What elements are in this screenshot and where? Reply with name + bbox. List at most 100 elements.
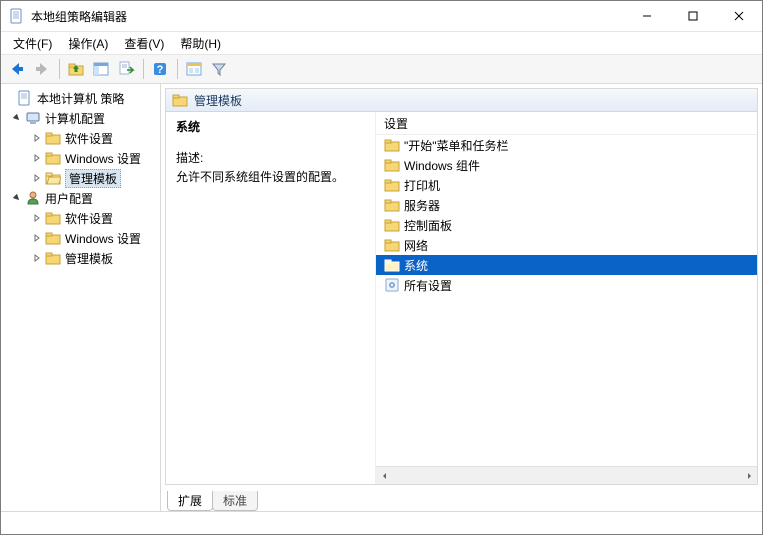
- expand-collapse-icon[interactable]: [31, 212, 43, 224]
- tree-node-user[interactable]: 用户配置: [3, 188, 158, 208]
- list-item[interactable]: Windows 组件: [376, 155, 757, 175]
- list-body[interactable]: "开始"菜单和任务栏 Windows 组件打印机服务器控制面板网络系统所有设置: [376, 135, 757, 466]
- expand-collapse-icon[interactable]: [11, 192, 23, 204]
- tree-node-computer[interactable]: 计算机配置: [3, 108, 158, 128]
- scroll-left-icon[interactable]: [376, 467, 393, 484]
- tree-label: Windows 设置: [65, 150, 145, 167]
- list-item[interactable]: "开始"菜单和任务栏: [376, 135, 757, 155]
- description-text: 允许不同系统组件设置的配置。: [176, 168, 365, 185]
- tree-node-user-templates[interactable]: 管理模板: [3, 248, 158, 268]
- path-title: 管理模板: [194, 92, 242, 109]
- list-item-label: Windows 组件: [404, 157, 480, 174]
- tab-standard[interactable]: 标准: [212, 491, 258, 511]
- folder-icon: [45, 230, 61, 246]
- tree-label: 软件设置: [65, 210, 117, 227]
- list-item-label: "开始"菜单和任务栏: [404, 137, 509, 154]
- path-header: 管理模板: [166, 89, 757, 112]
- forward-button[interactable]: [30, 57, 54, 81]
- svg-text:?: ?: [157, 64, 164, 76]
- tree-node-windows-settings[interactable]: Windows 设置: [3, 148, 158, 168]
- details-container: 管理模板 系统 描述: 允许不同系统组件设置的配置。 设置 "开始"菜单和任务栏…: [165, 88, 758, 485]
- section-title: 系统: [176, 118, 365, 149]
- list-header[interactable]: 设置: [376, 112, 757, 135]
- back-button[interactable]: [5, 57, 29, 81]
- menu-file[interactable]: 文件(F): [5, 33, 60, 54]
- folder-icon: [45, 130, 61, 146]
- expand-collapse-icon[interactable]: [31, 252, 43, 264]
- tree-node-software[interactable]: 软件设置: [3, 128, 158, 148]
- tree-label: 管理模板: [65, 250, 117, 267]
- list-item-label: 控制面板: [404, 217, 452, 234]
- help-button[interactable]: ?: [148, 57, 172, 81]
- show-hide-tree-button[interactable]: [89, 57, 113, 81]
- tree-label: Windows 设置: [65, 230, 145, 247]
- tree-node-admin-templates[interactable]: 管理模板: [3, 168, 158, 188]
- tab-extended[interactable]: 扩展: [167, 491, 213, 511]
- policy-icon: [17, 90, 33, 106]
- expand-collapse-icon[interactable]: [31, 232, 43, 244]
- list-item[interactable]: 控制面板: [376, 215, 757, 235]
- right-panel: 管理模板 系统 描述: 允许不同系统组件设置的配置。 设置 "开始"菜单和任务栏…: [161, 84, 762, 511]
- list-item-label: 网络: [404, 237, 428, 254]
- minimize-button[interactable]: [624, 1, 670, 31]
- list-item-label: 所有设置: [404, 277, 452, 294]
- menu-action[interactable]: 操作(A): [60, 33, 116, 54]
- computer-icon: [25, 110, 41, 126]
- folder-icon: [45, 250, 61, 266]
- list-item[interactable]: 打印机: [376, 175, 757, 195]
- tree-panel[interactable]: 本地计算机 策略 计算机配置: [1, 84, 161, 511]
- tree-node-user-software[interactable]: 软件设置: [3, 208, 158, 228]
- folder-icon: [384, 197, 400, 213]
- menubar: 文件(F) 操作(A) 查看(V) 帮助(H): [1, 32, 762, 55]
- scroll-right-icon[interactable]: [740, 467, 757, 484]
- tree-node-root[interactable]: 本地计算机 策略: [3, 88, 158, 108]
- tree-label: 软件设置: [65, 130, 117, 147]
- window-title: 本地组策略编辑器: [31, 8, 624, 25]
- list-header-label: 设置: [384, 115, 408, 132]
- list-item[interactable]: 网络: [376, 235, 757, 255]
- tabstrip: 扩展 标准: [161, 489, 762, 511]
- list-item[interactable]: 系统: [376, 255, 757, 275]
- horizontal-scrollbar[interactable]: [376, 466, 757, 484]
- properties-button[interactable]: [182, 57, 206, 81]
- close-button[interactable]: [716, 1, 762, 31]
- details-columns: 系统 描述: 允许不同系统组件设置的配置。 设置 "开始"菜单和任务栏 Windo…: [166, 112, 757, 484]
- list-item[interactable]: 所有设置: [376, 275, 757, 295]
- menu-help[interactable]: 帮助(H): [172, 33, 229, 54]
- folder-icon: [45, 210, 61, 226]
- tree-node-user-windows[interactable]: Windows 设置: [3, 228, 158, 248]
- folder-open-icon: [45, 170, 61, 186]
- list-item-label: 打印机: [404, 177, 440, 194]
- folder-icon: [384, 157, 400, 173]
- export-list-button[interactable]: [114, 57, 138, 81]
- list-item[interactable]: 服务器: [376, 195, 757, 215]
- filter-button[interactable]: [207, 57, 231, 81]
- tree-label: 计算机配置: [45, 110, 109, 127]
- expand-collapse-icon[interactable]: [11, 112, 23, 124]
- expand-collapse-icon[interactable]: [31, 172, 43, 184]
- app-icon: [9, 8, 25, 24]
- blank-twisty: [3, 92, 15, 104]
- statusbar: [1, 511, 762, 534]
- toolbar-separator: [143, 59, 144, 79]
- tree-label: 用户配置: [45, 190, 97, 207]
- expand-collapse-icon[interactable]: [31, 132, 43, 144]
- tree-label: 管理模板: [65, 169, 121, 188]
- folder-icon: [384, 177, 400, 193]
- expand-collapse-icon[interactable]: [31, 152, 43, 164]
- maximize-button[interactable]: [670, 1, 716, 31]
- toolbar-separator: [177, 59, 178, 79]
- menu-view[interactable]: 查看(V): [116, 33, 172, 54]
- details-sidebar: 系统 描述: 允许不同系统组件设置的配置。: [166, 112, 376, 484]
- window-controls: [624, 1, 762, 31]
- up-button[interactable]: [64, 57, 88, 81]
- folder-icon: [172, 92, 188, 108]
- toolbar-separator: [59, 59, 60, 79]
- folder-icon: [384, 237, 400, 253]
- titlebar: 本地组策略编辑器: [1, 1, 762, 32]
- list-item-label: 系统: [404, 257, 428, 274]
- description-label: 描述:: [176, 149, 365, 168]
- list-item-label: 服务器: [404, 197, 440, 214]
- folder-icon: [384, 217, 400, 233]
- folder-icon: [45, 150, 61, 166]
